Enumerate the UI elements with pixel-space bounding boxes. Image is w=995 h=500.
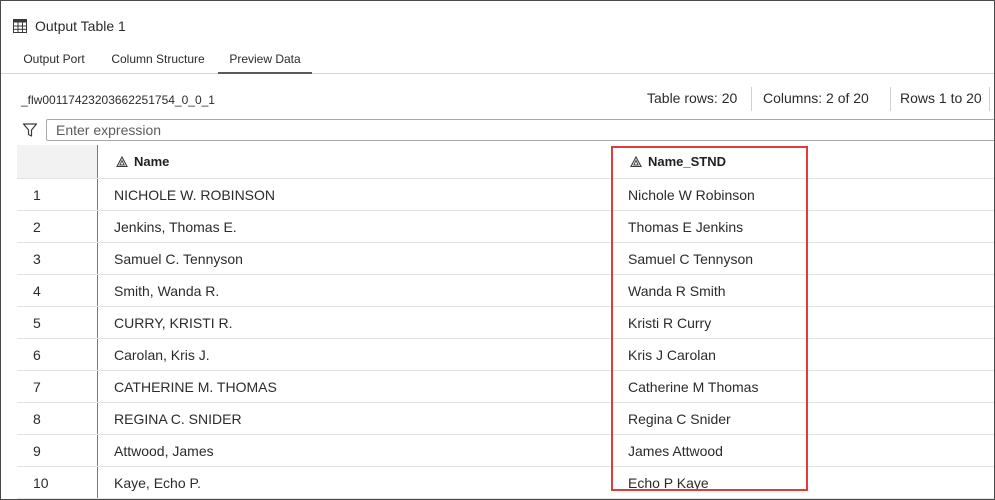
cell-name: CATHERINE M. THOMAS: [114, 379, 277, 395]
cell-name: Kaye, Echo P.: [114, 475, 201, 491]
columns-count[interactable]: Columns: 2 of 20: [763, 90, 869, 106]
table-row[interactable]: 8 REGINA C. SNIDER Regina C Snider: [17, 403, 994, 435]
table-row[interactable]: 7 CATHERINE M. THOMAS Catherine M Thomas: [17, 371, 994, 403]
cell-name: CURRY, KRISTI R.: [114, 315, 233, 331]
tab-bar: Output Port Column Structure Preview Dat…: [1, 41, 994, 74]
table-row[interactable]: 4 Smith, Wanda R. Wanda R Smith: [17, 275, 994, 307]
table-row[interactable]: 10 Kaye, Echo P. Echo P Kaye: [17, 467, 994, 499]
character-type-icon: [116, 155, 128, 168]
table-row[interactable]: 6 Carolan, Kris J. Kris J Carolan: [17, 339, 994, 371]
filter-icon[interactable]: [22, 122, 38, 138]
table-row[interactable]: 5 CURRY, KRISTI R. Kristi R Curry: [17, 307, 994, 339]
cell-name-stnd: Echo P Kaye: [628, 475, 709, 491]
cell-name-stnd: Kristi R Curry: [628, 315, 712, 331]
table-row[interactable]: 2 Jenkins, Thomas E. Thomas E Jenkins: [17, 211, 994, 243]
filter-bar: [1, 118, 994, 144]
cell-name: Jenkins, Thomas E.: [114, 219, 237, 235]
divider: [989, 87, 990, 111]
table-rows-count: Table rows: 20: [647, 90, 738, 106]
cell-name: Smith, Wanda R.: [114, 283, 220, 299]
cell-name: Attwood, James: [114, 443, 214, 459]
row-number: 8: [33, 411, 41, 427]
table-info-bar: _flw00117423203662251754_0_0_1 Table row…: [1, 85, 994, 113]
cell-name-stnd: Kris J Carolan: [628, 347, 716, 363]
cell-name: Samuel C. Tennyson: [114, 251, 243, 267]
table-icon: [13, 19, 27, 33]
cell-name-stnd: James Attwood: [628, 443, 723, 459]
table-row[interactable]: 3 Samuel C. Tennyson Samuel C Tennyson: [17, 243, 994, 275]
divider: [890, 87, 891, 111]
cell-name: Carolan, Kris J.: [114, 347, 210, 363]
table-name: _flw00117423203662251754_0_0_1: [21, 93, 215, 107]
table-row[interactable]: 1 NICHOLE W. ROBINSON Nichole W Robinson: [17, 179, 994, 211]
row-number-header: [17, 145, 97, 178]
row-number: 1: [33, 187, 41, 203]
row-number: 9: [33, 443, 41, 459]
character-type-icon: [630, 155, 642, 168]
row-number: 7: [33, 379, 41, 395]
cell-name-stnd: Thomas E Jenkins: [628, 219, 744, 235]
row-number: 3: [33, 251, 41, 267]
cell-name-stnd: Nichole W Robinson: [628, 187, 755, 203]
row-number: 2: [33, 219, 41, 235]
row-number: 6: [33, 347, 41, 363]
row-number: 4: [33, 283, 41, 299]
panel-title: Output Table 1: [35, 18, 126, 34]
column-header-label: Name: [134, 154, 170, 169]
row-number: 5: [33, 315, 41, 331]
column-header-label: Name_STND: [648, 154, 727, 169]
table-row[interactable]: 9 Attwood, James James Attwood: [17, 435, 994, 467]
tab-output-port[interactable]: Output Port: [9, 41, 99, 73]
cell-name-stnd: Wanda R Smith: [628, 283, 726, 299]
tab-preview-data[interactable]: Preview Data: [218, 41, 312, 74]
preview-data-grid: Name Name_STND 1 NICHOLE W. ROBINSON Nic…: [17, 145, 994, 499]
cell-name: REGINA C. SNIDER: [114, 411, 242, 427]
cell-name: NICHOLE W. ROBINSON: [114, 187, 276, 203]
column-header-name-stnd[interactable]: Name_STND: [630, 145, 726, 178]
rows-range: Rows 1 to 20: [900, 90, 982, 106]
tab-column-structure[interactable]: Column Structure: [103, 41, 213, 73]
cell-name-stnd: Samuel C Tennyson: [628, 251, 754, 267]
output-table-panel: Output Table 1 Output Port Column Struct…: [0, 0, 995, 500]
cell-name-stnd: Catherine M Thomas: [628, 379, 759, 395]
divider: [751, 87, 752, 111]
column-header-name[interactable]: Name: [116, 145, 169, 178]
table-header: Name Name_STND: [17, 145, 994, 179]
cell-name-stnd: Regina C Snider: [628, 411, 731, 427]
row-number: 10: [33, 475, 49, 491]
panel-title-bar: Output Table 1: [13, 15, 126, 37]
expression-input[interactable]: [46, 119, 994, 141]
